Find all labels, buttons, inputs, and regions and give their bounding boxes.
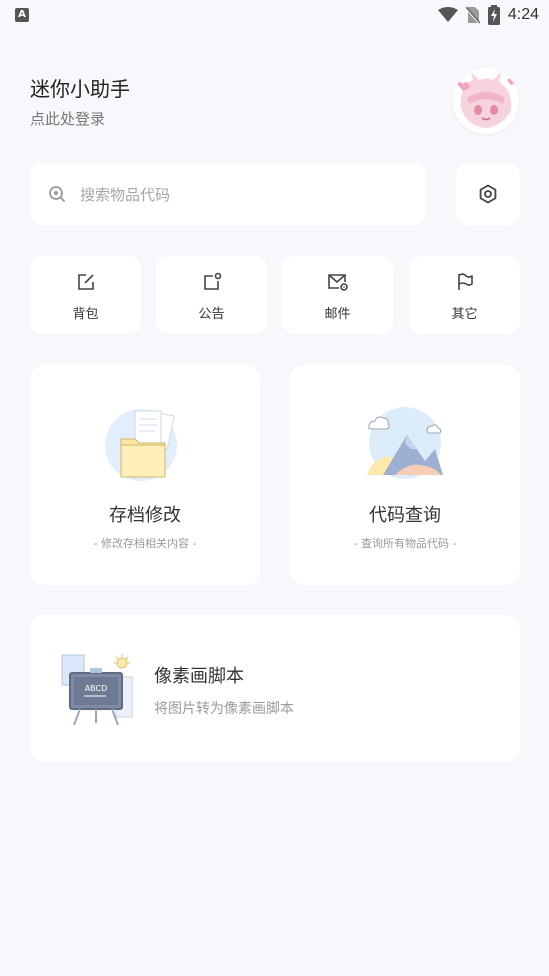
card-pixel-script[interactable]: ABCD 像素画脚本 将图片转为像素画脚本 <box>30 615 520 762</box>
chalkboard-text: ABCD <box>85 684 108 693</box>
status-bar: A 4:24 <box>0 0 549 32</box>
settings-hexagon-icon <box>479 184 497 204</box>
card-subtitle: 将图片转为像素画脚本 <box>154 701 294 717</box>
app-title: 迷你小助手 <box>30 77 130 101</box>
card-code-query[interactable]: 代码查询 - 查询所有物品代码 - <box>290 365 520 585</box>
settings-button[interactable] <box>456 163 520 225</box>
status-icons: 4:24 <box>437 4 539 26</box>
flag-icon <box>454 271 476 293</box>
folder-illustration <box>105 409 177 481</box>
battery-charging-icon <box>487 5 500 25</box>
login-link[interactable]: 点此处登录 <box>30 108 105 129</box>
notice-icon <box>201 271 223 293</box>
quick-action-backpack[interactable]: 背包 <box>30 256 141 334</box>
mail-settings-icon <box>327 271 349 293</box>
search-icon <box>48 185 66 203</box>
anime-avatar-image <box>453 68 519 134</box>
avatar[interactable] <box>453 68 519 134</box>
edit-square-icon <box>75 271 97 293</box>
search-placeholder: 搜索物品代码 <box>80 185 171 204</box>
no-sim-icon <box>465 6 480 24</box>
card-subtitle: - 查询所有物品代码 - <box>353 537 457 550</box>
search-input[interactable]: 搜索物品代码 <box>30 163 426 225</box>
card-title: 代码查询 <box>369 505 441 526</box>
card-subtitle: - 修改存档相关内容 - <box>93 537 197 550</box>
quick-action-other[interactable]: 其它 <box>409 256 520 334</box>
quick-action-label: 其它 <box>451 307 478 322</box>
clock: 4:24 <box>507 6 539 23</box>
quick-action-label: 邮件 <box>324 307 351 322</box>
mountains-illustration <box>367 407 443 479</box>
quick-action-mail[interactable]: 邮件 <box>282 256 393 334</box>
quick-action-label: 公告 <box>198 307 225 322</box>
app-notification-icon: A <box>15 8 29 22</box>
card-title: 存档修改 <box>109 505 181 526</box>
card-title: 像素画脚本 <box>154 666 244 687</box>
quick-action-label: 背包 <box>72 307 99 322</box>
wifi-icon <box>437 7 458 22</box>
quick-action-notice[interactable]: 公告 <box>156 256 267 334</box>
chalkboard-illustration: ABCD <box>61 654 133 726</box>
card-save-edit[interactable]: 存档修改 - 修改存档相关内容 - <box>30 365 260 585</box>
